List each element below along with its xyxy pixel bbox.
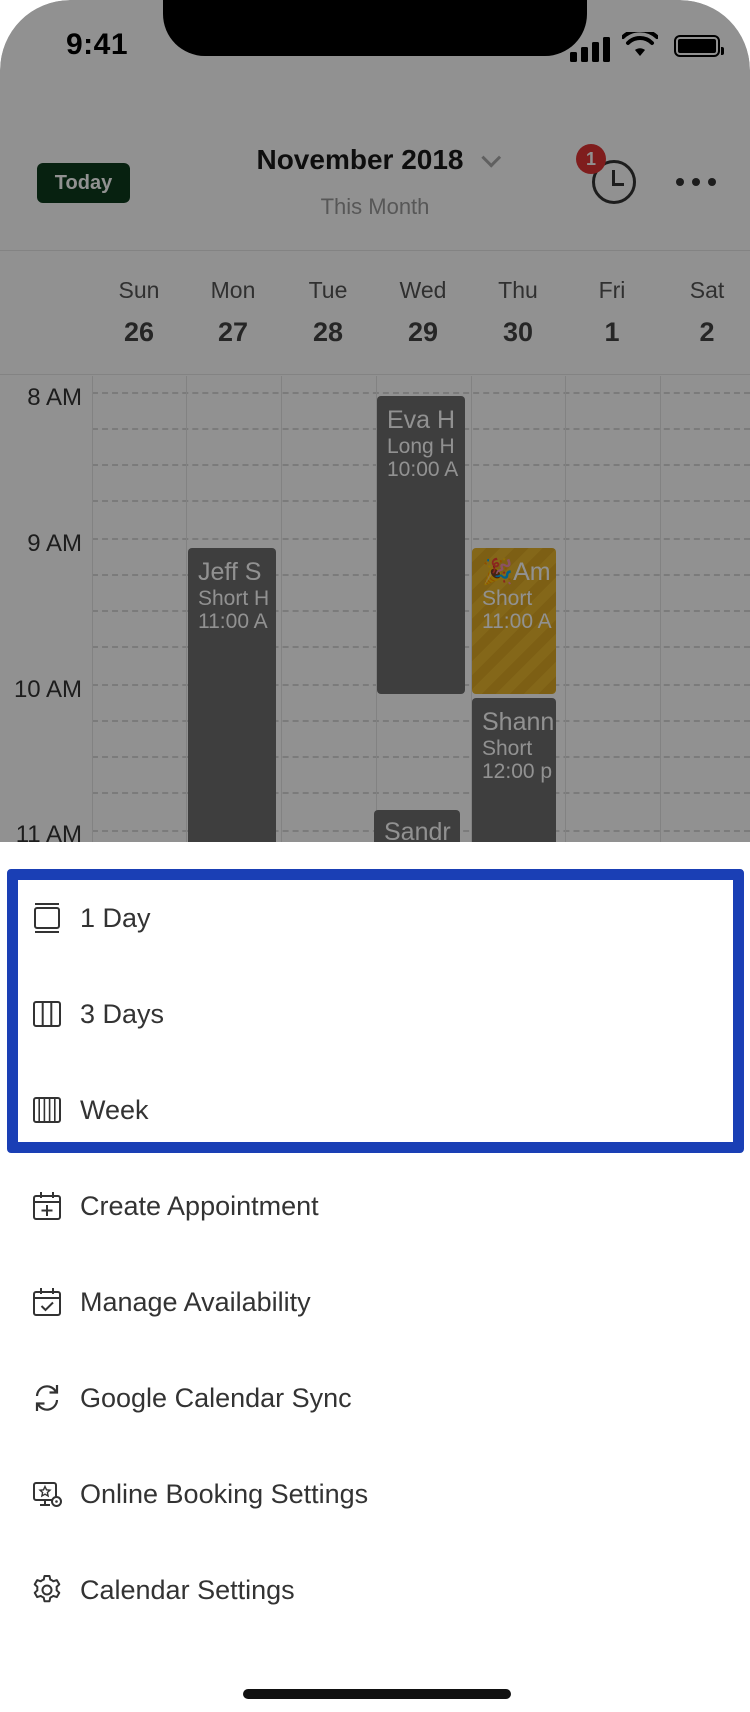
day-view-icon [34, 903, 60, 933]
menu-item-1-day[interactable]: 1 Day [0, 870, 750, 966]
home-indicator[interactable] [243, 1689, 511, 1699]
menu-item-calendar-settings[interactable]: Calendar Settings [0, 1542, 750, 1638]
menu-item-label: Calendar Settings [80, 1574, 295, 1605]
menu-item-create-appointment[interactable]: Create Appointment [0, 1158, 750, 1254]
menu-item-label: 3 Days [80, 998, 165, 1029]
menu-item-label: Google Calendar Sync [80, 1382, 352, 1413]
week-view-icon [33, 1097, 61, 1123]
calendar-plus-icon [33, 1192, 61, 1220]
menu-item-3-days[interactable]: 3 Days [0, 966, 750, 1062]
action-sheet: 1 Day 3 Days Week Create Appointment Man… [0, 842, 750, 1712]
menu-item-manage-availability[interactable]: Manage Availability [0, 1254, 750, 1350]
three-days-view-icon [33, 1001, 61, 1027]
calendar-view: 9:41 Today November 2018 This Month 1 Su… [0, 0, 750, 842]
menu-item-label: Online Booking Settings [80, 1478, 369, 1509]
menu-item-label: Create Appointment [80, 1190, 319, 1221]
sync-icon [35, 1385, 59, 1411]
calendar-check-icon [33, 1288, 61, 1316]
online-booking-icon [33, 1482, 62, 1507]
gear-icon [33, 1575, 61, 1603]
menu-item-label: Week [80, 1094, 149, 1125]
menu-item-online-booking-settings[interactable]: Online Booking Settings [0, 1446, 750, 1542]
modal-overlay[interactable] [0, 0, 750, 842]
menu-item-label: Manage Availability [80, 1286, 311, 1317]
menu-item-label: 1 Day [80, 902, 151, 933]
menu-item-google-calendar-sync[interactable]: Google Calendar Sync [0, 1350, 750, 1446]
app-screen: 9:41 Today November 2018 This Month 1 Su… [0, 0, 750, 1712]
menu-item-week[interactable]: Week [0, 1062, 750, 1158]
